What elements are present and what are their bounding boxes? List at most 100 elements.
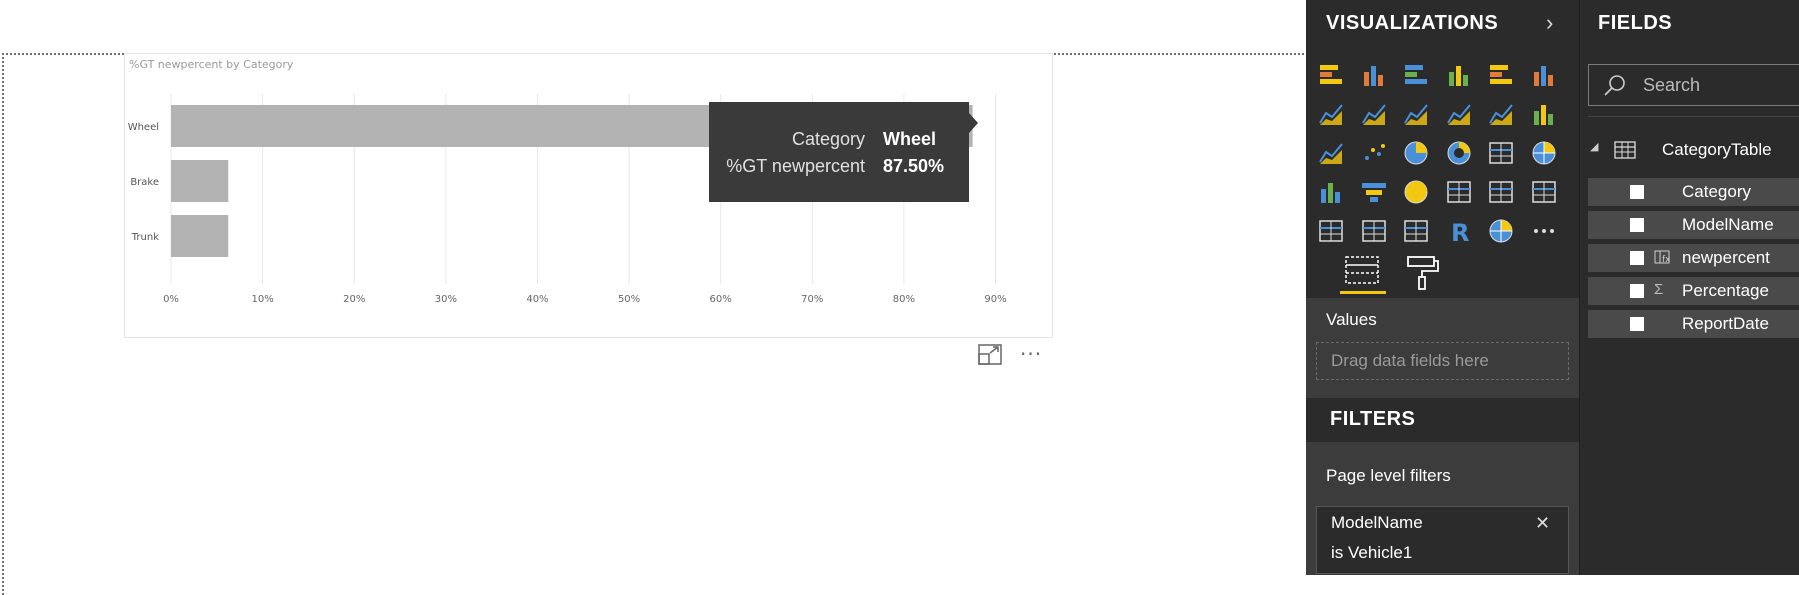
x-tick-label: 20% bbox=[343, 294, 365, 305]
table-icon bbox=[1614, 141, 1636, 159]
map-icon[interactable] bbox=[1529, 138, 1559, 168]
field-checkbox[interactable] bbox=[1630, 251, 1644, 265]
x-tick-label: 10% bbox=[251, 294, 273, 305]
x-tick-label: 30% bbox=[435, 294, 457, 305]
clustered-column-chart-icon[interactable] bbox=[1444, 60, 1474, 90]
remove-filter-close-icon[interactable]: ✕ bbox=[1535, 513, 1550, 534]
sigma-icon: Σ bbox=[1654, 281, 1664, 298]
report-canvas: %GT newpercent by Category 0% 10% 20% 30% 40… bbox=[0, 0, 1306, 595]
tooltip-value: Wheel bbox=[883, 129, 937, 149]
field-name: ReportDate bbox=[1682, 314, 1769, 333]
filters-title: FILTERS bbox=[1330, 408, 1416, 430]
filter-condition: is Vehicle1 bbox=[1331, 543, 1413, 562]
arcgis-map-icon[interactable] bbox=[1486, 216, 1516, 246]
line-and-clustered-column-chart-icon[interactable] bbox=[1486, 99, 1516, 129]
x-tick-label: 50% bbox=[618, 294, 640, 305]
tooltip-value: 87.50% bbox=[883, 156, 945, 176]
visualizations-title: VISUALIZATIONS bbox=[1326, 12, 1499, 34]
field-name: Category bbox=[1682, 182, 1751, 201]
svg-text:R: R bbox=[1451, 219, 1469, 246]
donut-chart-icon[interactable] bbox=[1444, 138, 1474, 168]
bar-trunk[interactable] bbox=[171, 215, 229, 257]
line-chart-icon[interactable] bbox=[1316, 99, 1346, 129]
field-item-category[interactable]: Category bbox=[1588, 178, 1799, 206]
field-name: ModelName bbox=[1682, 215, 1774, 234]
table-icon[interactable] bbox=[1359, 216, 1389, 246]
field-item-newpercent[interactable]: fx newpercent bbox=[1588, 244, 1799, 272]
fields-search-input[interactable]: Search bbox=[1588, 64, 1799, 106]
more-options-icon[interactable]: ··· bbox=[1020, 342, 1042, 366]
matrix-icon[interactable] bbox=[1401, 216, 1431, 246]
x-tick-label: 70% bbox=[801, 294, 823, 305]
x-tick-label: 60% bbox=[710, 294, 732, 305]
filled-map-icon[interactable] bbox=[1316, 177, 1346, 207]
waterfall-chart-icon[interactable] bbox=[1529, 99, 1559, 129]
calculated-column-icon: fx bbox=[1654, 249, 1671, 265]
field-item-modelname[interactable]: ModelName bbox=[1588, 211, 1799, 239]
visualizations-header: VISUALIZATIONS › bbox=[1306, 0, 1579, 48]
collapse-chevron-icon[interactable]: › bbox=[1546, 10, 1553, 36]
table-name: CategoryTable bbox=[1662, 140, 1772, 159]
category-label: Trunk bbox=[131, 232, 159, 243]
pie-chart-icon[interactable] bbox=[1401, 138, 1431, 168]
focus-mode-icon[interactable] bbox=[978, 344, 1002, 366]
line-and-stacked-column-chart-icon[interactable] bbox=[1444, 99, 1474, 129]
filters-header: FILTERS bbox=[1306, 398, 1579, 442]
x-tick-label: 40% bbox=[526, 294, 548, 305]
tooltip-key: %GT newpercent bbox=[726, 156, 865, 176]
multi-row-card-icon[interactable] bbox=[1486, 177, 1516, 207]
r-script-visual-icon[interactable]: R bbox=[1444, 216, 1474, 247]
x-tick-label: 90% bbox=[984, 294, 1006, 305]
stacked-column-chart-icon[interactable] bbox=[1359, 60, 1389, 90]
scatter-chart-icon[interactable] bbox=[1359, 138, 1389, 168]
funnel-icon[interactable] bbox=[1359, 177, 1389, 207]
search-placeholder: Search bbox=[1643, 75, 1701, 95]
visualizations-tabs bbox=[1306, 245, 1579, 297]
gauge-icon[interactable] bbox=[1401, 177, 1431, 207]
table-node-categorytable[interactable]: ◢ CategoryTable bbox=[1590, 136, 1799, 164]
tooltip-key: Category bbox=[791, 129, 865, 149]
field-checkbox[interactable] bbox=[1630, 185, 1644, 199]
field-checkbox[interactable] bbox=[1630, 218, 1644, 232]
fields-title: FIELDS bbox=[1598, 12, 1673, 34]
field-item-reportdate[interactable]: ReportDate bbox=[1588, 310, 1799, 338]
field-name: Percentage bbox=[1682, 281, 1769, 300]
search-icon bbox=[1604, 75, 1625, 96]
svg-text:fx: fx bbox=[1662, 255, 1670, 265]
more-visuals-icon[interactable] bbox=[1529, 216, 1559, 246]
treemap-icon[interactable] bbox=[1486, 138, 1516, 168]
slicer-icon[interactable] bbox=[1316, 216, 1346, 246]
format-paint-roller-icon[interactable] bbox=[1402, 251, 1442, 291]
values-drop-zone[interactable]: Drag data fields here bbox=[1316, 342, 1569, 380]
100-stacked-bar-chart-icon[interactable] bbox=[1486, 60, 1516, 90]
kpi-icon[interactable] bbox=[1529, 177, 1559, 207]
bar-chart-visual[interactable]: %GT newpercent by Category 0% 10% 20% 30% 40… bbox=[124, 53, 1053, 338]
values-well-label: Values bbox=[1326, 310, 1377, 329]
x-tick-label: 80% bbox=[893, 294, 915, 305]
clustered-bar-chart-icon[interactable] bbox=[1401, 60, 1431, 90]
visualizations-pane: VISUALIZATIONS › R Values Drag data fiel… bbox=[1306, 0, 1579, 575]
filter-field-name: ModelName bbox=[1331, 513, 1423, 532]
expand-caret-icon[interactable]: ◢ bbox=[1590, 140, 1598, 153]
fields-pane: FIELDS Search ◢ CategoryTable Category Mo… bbox=[1579, 0, 1799, 575]
field-checkbox[interactable] bbox=[1630, 284, 1644, 298]
page-level-filters-label: Page level filters bbox=[1326, 466, 1451, 485]
category-label: Brake bbox=[130, 177, 159, 188]
filter-card-modelname[interactable]: ModelName is Vehicle1 ✕ bbox=[1316, 506, 1569, 574]
field-name: newpercent bbox=[1682, 248, 1770, 267]
card-icon[interactable] bbox=[1444, 177, 1474, 207]
ribbon-chart-icon[interactable] bbox=[1316, 138, 1346, 168]
tooltip-arrow bbox=[969, 113, 978, 133]
100-stacked-column-chart-icon[interactable] bbox=[1529, 60, 1559, 90]
field-checkbox[interactable] bbox=[1630, 317, 1644, 331]
category-label: Wheel bbox=[128, 122, 159, 133]
tooltip: Category Wheel %GT newpercent 87.50% bbox=[709, 102, 978, 202]
fields-tab-icon[interactable] bbox=[1340, 251, 1386, 294]
field-item-percentage[interactable]: Σ Percentage bbox=[1588, 277, 1799, 305]
area-chart-icon[interactable] bbox=[1359, 99, 1389, 129]
x-tick-label: 0% bbox=[163, 294, 179, 305]
stacked-area-chart-icon[interactable] bbox=[1401, 99, 1431, 129]
fields-divider bbox=[1588, 116, 1799, 117]
bar-brake[interactable] bbox=[171, 160, 229, 202]
stacked-bar-chart-icon[interactable] bbox=[1316, 60, 1346, 90]
